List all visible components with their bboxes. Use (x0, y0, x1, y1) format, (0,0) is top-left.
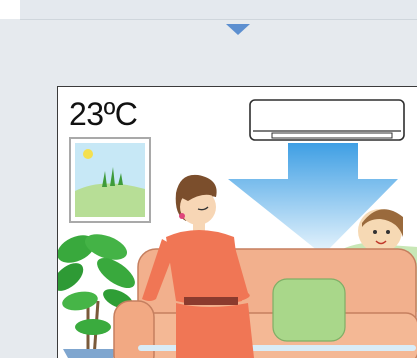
wall-picture-icon (69, 137, 151, 223)
living-room-illustration: 23ºC (57, 86, 417, 358)
top-band (20, 0, 417, 20)
scene-artwork (58, 99, 417, 358)
air-conditioner-icon (249, 99, 405, 141)
down-arrow-icon[interactable] (226, 24, 250, 35)
